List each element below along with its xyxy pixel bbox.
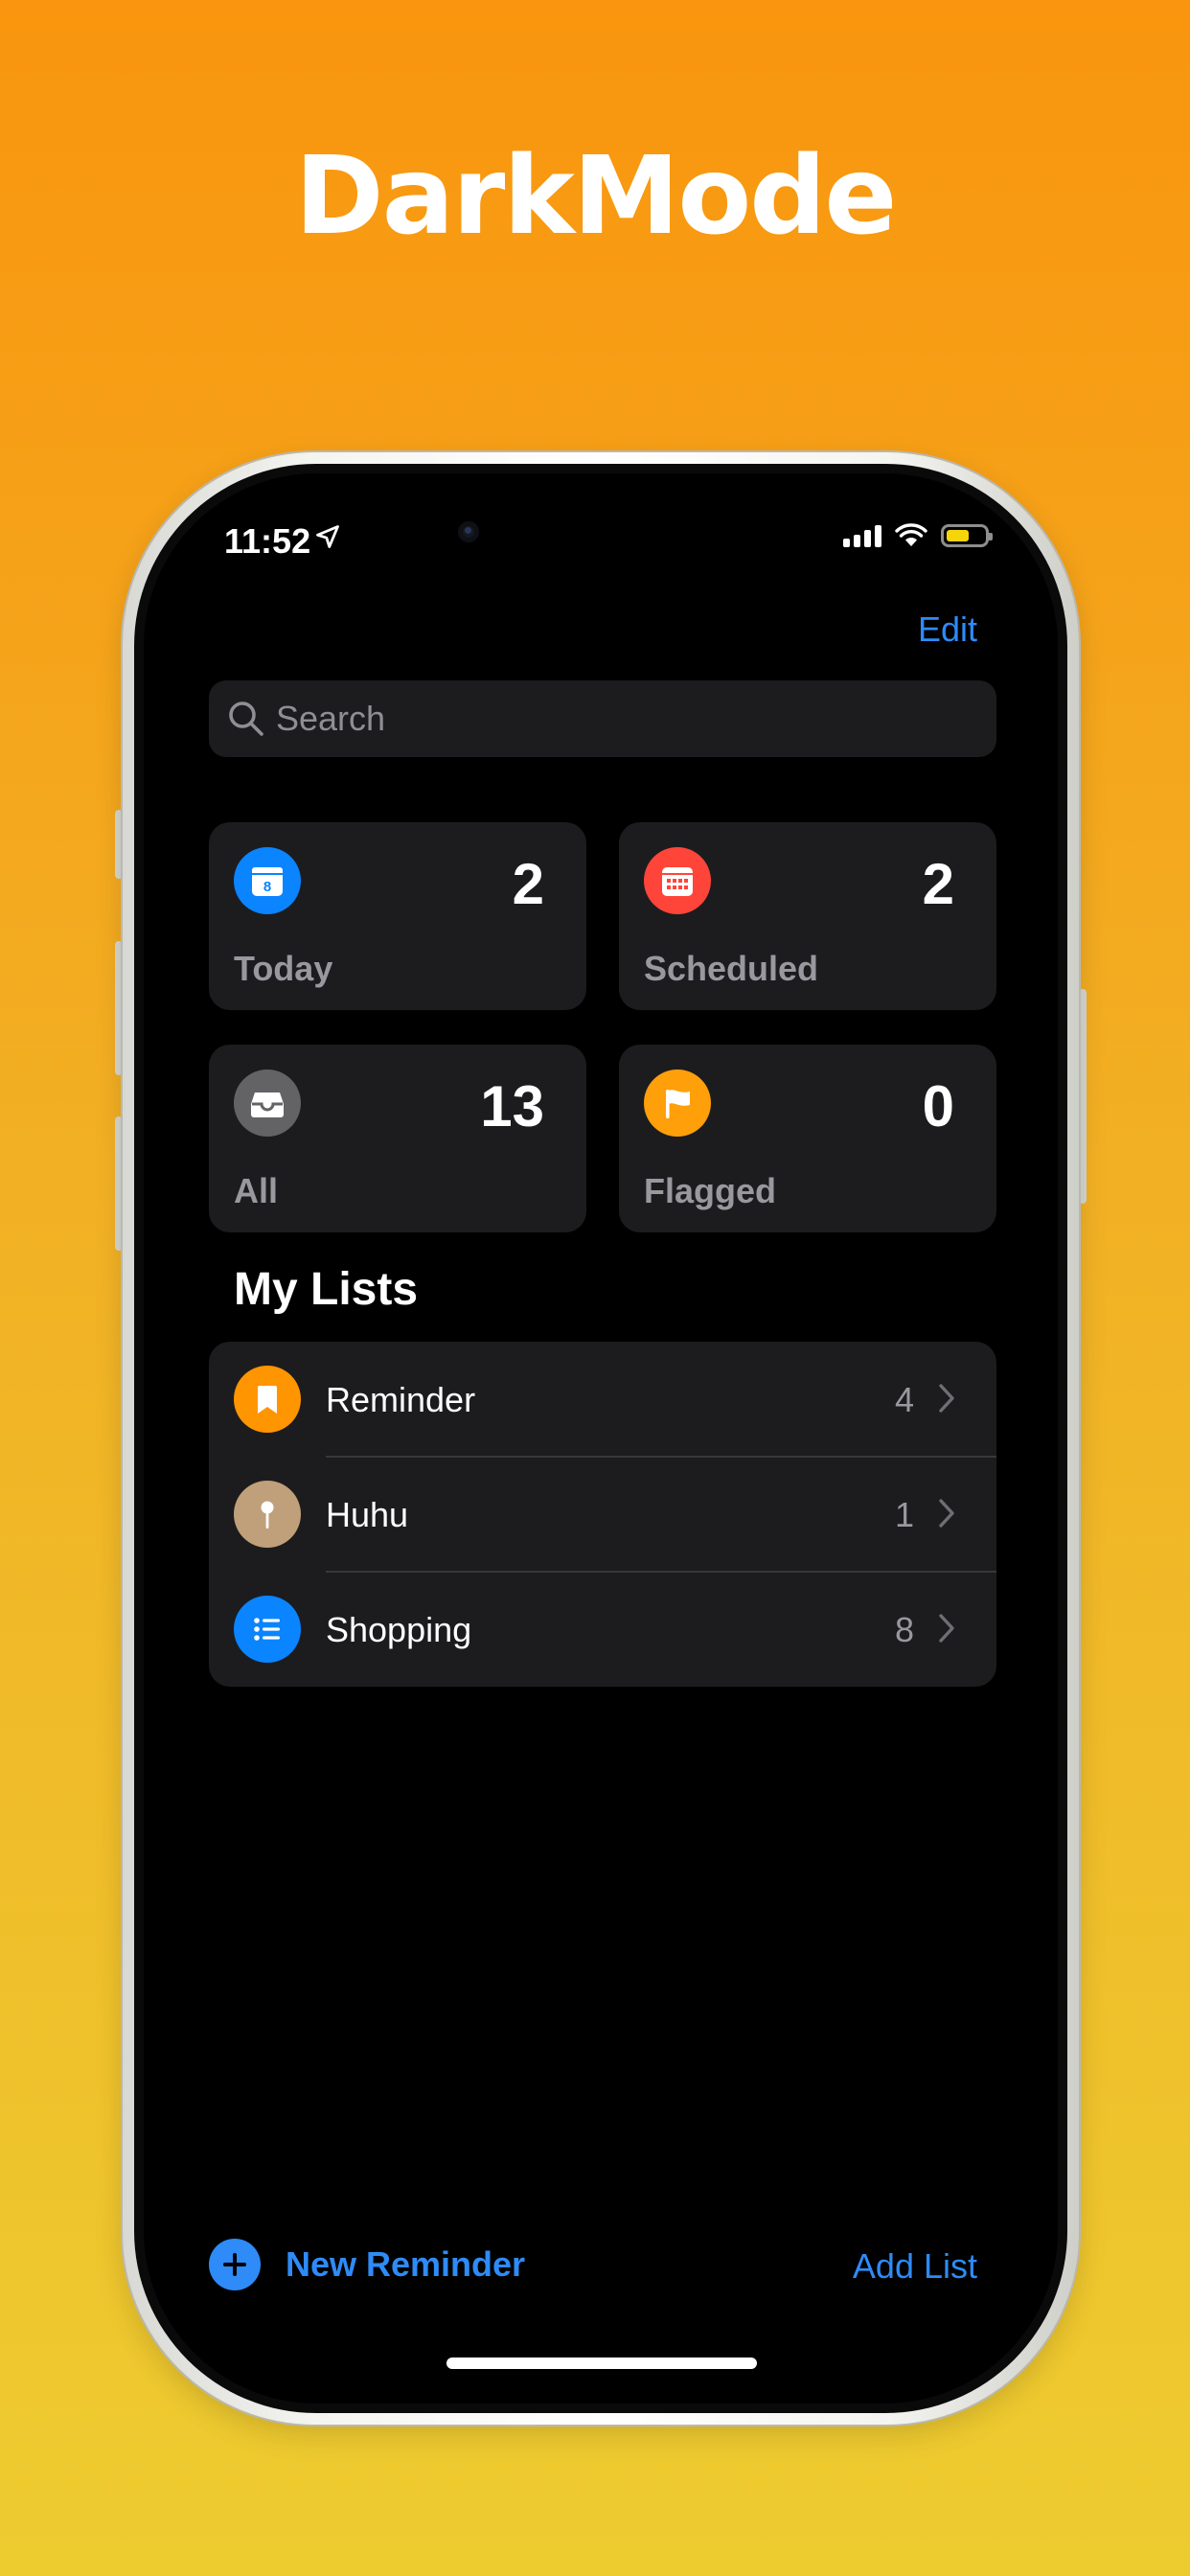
chevron-right-icon [939,1384,954,1413]
volume-up-button [115,941,123,1075]
all-count: 13 [480,1074,544,1138]
shopping-icon-circle [234,1596,301,1663]
edit-button[interactable]: Edit [918,610,977,650]
location-arrow-icon [316,525,339,548]
battery-icon [941,524,993,547]
list-item-count: 1 [894,1495,914,1534]
list-item-name: Shopping [326,1610,472,1649]
cellular-signal-icon [843,524,881,547]
status-icons [843,523,993,548]
all-icon-circle [234,1070,301,1137]
new-reminder-label: New Reminder [286,2244,526,2284]
plus-circle-icon [209,2239,261,2290]
my-lists-title: My Lists [234,1264,419,1315]
today-card[interactable]: 8 2 Today [209,822,586,1010]
chevron-right-icon [939,1499,954,1528]
tray-icon [251,1092,284,1117]
bookmark-icon [258,1386,277,1414]
scheduled-card[interactable]: 2 Scheduled [619,822,996,1010]
search-bar[interactable] [209,680,996,757]
scheduled-label: Scheduled [644,949,819,988]
pin-icon [261,1501,274,1529]
calendar-today-icon: 8 [252,867,283,896]
search-icon [229,702,263,736]
list-item-reminder[interactable]: Reminder 4 [209,1342,996,1457]
all-card[interactable]: 13 All [209,1045,586,1232]
volume-down-button [115,1116,123,1251]
today-day-number: 8 [263,879,271,895]
calendar-grid-icon [662,867,693,896]
wifi-icon [895,523,927,546]
scheduled-count: 2 [922,852,954,916]
list-item-count: 4 [894,1380,914,1419]
list-item-shopping[interactable]: Shopping 8 [209,1572,996,1687]
list-bullet-icon [254,1618,280,1641]
flagged-label: Flagged [644,1171,777,1210]
flagged-icon-circle [644,1070,711,1137]
hero-title: DarkMode [294,134,898,259]
list-item-huhu[interactable]: Huhu 1 [209,1457,996,1572]
new-reminder-button[interactable]: New Reminder [209,2239,525,2290]
list-item-name: Huhu [326,1495,409,1534]
mute-switch [115,810,123,879]
huhu-icon-circle [234,1481,301,1548]
status-time: 11:52 [224,521,311,561]
all-label: All [234,1171,279,1210]
flagged-card[interactable]: 0 Flagged [619,1045,996,1232]
add-list-button[interactable]: Add List [853,2246,977,2287]
list-item-count: 8 [894,1610,914,1649]
battery-fill [947,530,969,541]
today-label: Today [234,949,333,988]
search-input[interactable] [274,698,949,740]
flag-icon [666,1090,690,1118]
today-count: 2 [512,852,544,916]
my-lists-group: Reminder 4 Huhu 1 Shopping 8 [209,1342,996,1687]
bottom-toolbar: New Reminder Add List [209,2239,977,2296]
list-item-name: Reminder [326,1380,476,1419]
chevron-right-icon [939,1614,954,1643]
home-indicator[interactable] [446,2358,757,2369]
flagged-count: 0 [922,1074,954,1138]
front-camera [458,521,479,542]
phone-screen: 11:52 Edit 8 [144,473,1058,2404]
power-button [1079,989,1087,1204]
scheduled-icon-circle [644,847,711,914]
today-icon-circle: 8 [234,847,301,914]
reminder-icon-circle [234,1366,301,1433]
